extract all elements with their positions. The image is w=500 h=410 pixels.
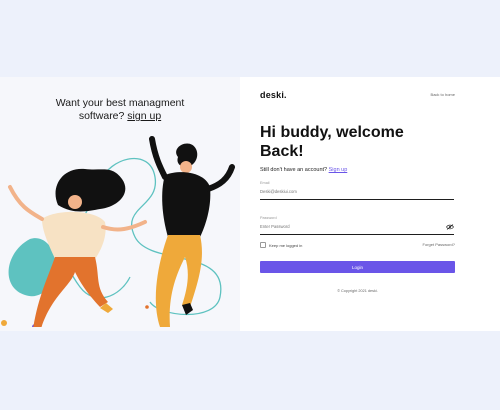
password-input[interactable] (260, 220, 454, 235)
password-field-group: Password (260, 216, 454, 235)
login-card: Want your best managment software? sign … (0, 77, 500, 331)
dancing-people-illustration (1, 136, 235, 327)
dot-orange-2 (145, 305, 149, 309)
email-field-group: Email (260, 181, 454, 200)
signup-link[interactable]: Sign up (329, 167, 348, 173)
copyright-text: © Copyright 2021 deski. (337, 289, 378, 293)
forgot-password-link[interactable]: Forget Password? (423, 242, 455, 247)
deski-logo[interactable]: deski. (260, 90, 287, 100)
woman-left-face (68, 195, 82, 209)
back-to-home-link[interactable]: Back to home (431, 92, 455, 97)
hero-signup-link[interactable]: sign up (127, 110, 161, 122)
woman-left-arm-up (8, 185, 44, 221)
login-panel: deski. Back to home Hi buddy, welcome Ba… (240, 77, 500, 331)
email-input[interactable] (260, 185, 454, 200)
welcome-line1: Hi buddy, welcome (260, 124, 404, 141)
woman-left-arm-right (101, 220, 147, 232)
hero-title-line2-prefix: software? (78, 110, 128, 122)
woman-right-face (180, 161, 192, 173)
remember-me-checkbox[interactable] (260, 242, 266, 248)
hero-title: Want your best managment software? sign … (0, 97, 240, 123)
illustration-panel: Want your best managment software? sign … (0, 77, 240, 331)
dot-yellow (1, 320, 7, 326)
remember-me: Keep me logged in (260, 242, 302, 248)
woman-right-pants (155, 235, 202, 327)
woman-right-arm-right (205, 164, 235, 192)
signup-prompt: Still don't have an account? Sign up (260, 167, 347, 173)
signup-prompt-text: Still don't have an account? (260, 167, 329, 173)
hero-title-line1: Want your best managment (55, 97, 185, 109)
woman-left-hair (55, 168, 126, 212)
hero-title-line2: software? sign up (79, 110, 161, 122)
remember-me-label: Keep me logged in (269, 242, 303, 248)
login-button[interactable]: Login (260, 261, 455, 273)
woman-right-shoe-right (182, 303, 193, 315)
woman-right-sweater (162, 172, 211, 237)
eye-slash-icon[interactable] (446, 224, 454, 230)
welcome-heading: Hi buddy, welcome Back! (260, 123, 460, 161)
welcome-line2: Back! (260, 143, 304, 160)
